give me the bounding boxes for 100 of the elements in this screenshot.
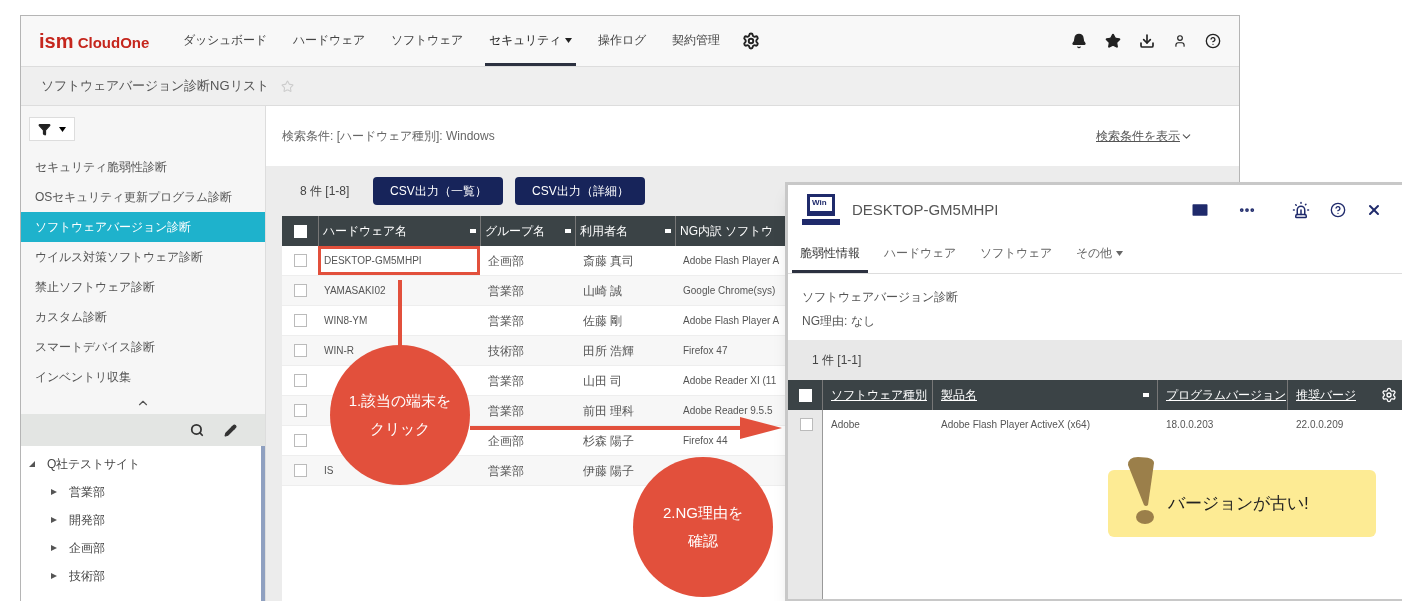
- close-icon[interactable]: [1366, 202, 1382, 218]
- table-cell-text: Adobe Reader XI (11: [683, 374, 777, 388]
- download-icon[interactable]: [1139, 33, 1155, 49]
- sidebar-item[interactable]: インベントリ収集: [21, 362, 265, 392]
- result-count: 8 件 [1-8]: [300, 183, 350, 200]
- table-cell-text: 前田 理科: [583, 402, 635, 420]
- table-cell-text: Firefox 47: [683, 344, 728, 358]
- page-title: ソフトウェアバージョン診断NGリスト: [41, 77, 269, 96]
- expanded-triangle-icon[interactable]: [29, 461, 35, 467]
- table-cell-text: 営業部: [488, 462, 524, 480]
- table-cell: 18.0.0.203: [1166, 418, 1214, 430]
- nav-tab[interactable]: ハードウェア: [289, 16, 370, 66]
- sidebar-item[interactable]: スマートデバイス診断: [21, 332, 265, 362]
- tree-item[interactable]: 営業部: [69, 483, 105, 501]
- pencil-icon[interactable]: [224, 423, 237, 437]
- checkbox[interactable]: [293, 344, 307, 357]
- checkbox[interactable]: [293, 434, 307, 447]
- table-cell-text: 企画部: [488, 252, 524, 270]
- column-header[interactable]: ハードウェア名: [318, 216, 480, 246]
- checkbox[interactable]: [799, 417, 813, 431]
- table-cell[interactable]: WIN-R: [324, 343, 354, 358]
- filter-button[interactable]: [29, 117, 75, 141]
- section-title: ソフトウェアバージョン診断: [802, 289, 959, 306]
- bell-icon[interactable]: [1071, 33, 1087, 49]
- sidebar-item[interactable]: 禁止ソフトウェア診断: [21, 272, 265, 302]
- device-title: DESKTOP-GM5MHPI: [852, 199, 999, 220]
- table-cell-text: Firefox 44: [683, 434, 728, 448]
- search-icon[interactable]: [190, 423, 204, 437]
- checkbox[interactable]: [293, 464, 307, 477]
- table-cell: Adobe Flash Player ActiveX (x64): [941, 418, 1090, 430]
- exclamation-icon: [1126, 457, 1156, 527]
- table-cell: 22.0.0.209: [1296, 418, 1344, 430]
- table-cell-text: 杉森 陽子: [583, 432, 635, 450]
- table-cell-text: 斎藤 真司: [583, 252, 635, 270]
- checkbox[interactable]: [293, 254, 307, 267]
- help-icon[interactable]: [1330, 202, 1346, 218]
- settings-icon[interactable]: [1381, 387, 1397, 403]
- table-cell-text: 田所 浩輝: [583, 342, 635, 360]
- collapsed-triangle-icon[interactable]: [51, 489, 57, 495]
- ng-reason: NG理由: なし: [802, 313, 876, 330]
- callout-text: バージョンが古い!: [1168, 492, 1309, 515]
- collapsed-triangle-icon[interactable]: [51, 573, 57, 579]
- detail-tab[interactable]: ハードウェア: [876, 235, 964, 273]
- table-cell-text: 技術部: [488, 342, 524, 360]
- table-cell-text: Adobe Flash Player A: [683, 254, 780, 268]
- filter-icon: [38, 122, 51, 136]
- table-cell[interactable]: IS: [324, 463, 334, 478]
- detail-tab[interactable]: その他: [1068, 235, 1131, 273]
- laptop-icon: [802, 193, 840, 227]
- table-cell-text: 営業部: [488, 312, 524, 330]
- checkbox[interactable]: [293, 314, 307, 327]
- table-cell: Adobe: [831, 418, 860, 430]
- settings-icon[interactable]: [742, 32, 761, 50]
- detail-tab[interactable]: 脆弱性情報: [792, 235, 868, 273]
- tree-item[interactable]: 技術部: [69, 567, 105, 585]
- csv-export-button[interactable]: CSV出力（詳細）: [515, 177, 646, 205]
- result-count: 1 件 [1-1]: [812, 352, 862, 369]
- table-cell[interactable]: WIN8-YM: [324, 313, 368, 328]
- sidebar-item[interactable]: OSセキュリティ更新プログラム診断: [21, 182, 265, 212]
- table-cell[interactable]: YAMASAKI02: [324, 283, 386, 298]
- detail-tab[interactable]: ソフトウェア: [972, 235, 1060, 273]
- star-icon[interactable]: [1105, 33, 1121, 49]
- favorite-star-icon[interactable]: [280, 79, 294, 93]
- csv-export-button[interactable]: CSV出力（一覧）: [373, 177, 504, 205]
- user-icon[interactable]: [1173, 34, 1187, 48]
- sidebar-item[interactable]: カスタム診断: [21, 302, 265, 332]
- table-cell-text: Adobe Reader 9.5.5: [683, 404, 773, 418]
- siren-icon[interactable]: [1292, 201, 1310, 219]
- step-text: 1.該当の端末を クリック: [348, 391, 452, 439]
- table-cell-text: 佐藤 剛: [583, 312, 623, 330]
- table-cell-text: 山崎 誠: [583, 282, 623, 300]
- table-cell-text: 伊藤 陽子: [583, 462, 635, 480]
- collapsed-triangle-icon[interactable]: [51, 545, 57, 551]
- tree-item[interactable]: Q社テストサイト: [47, 455, 141, 473]
- table-cell[interactable]: DESKTOP-GM5MHPI: [324, 253, 422, 268]
- sidebar-item[interactable]: セキュリティ脆弱性診断: [21, 152, 265, 182]
- table-cell-text: 営業部: [488, 282, 524, 300]
- nav-tab[interactable]: 契約管理: [668, 16, 725, 66]
- nav-tab[interactable]: ダッシュボード: [179, 16, 272, 66]
- nav-tab[interactable]: 操作ログ: [594, 16, 651, 66]
- table-cell-text: 営業部: [488, 402, 524, 420]
- table-cell-text: 山田 司: [583, 372, 623, 390]
- nav-tab[interactable]: ソフトウェア: [387, 16, 468, 66]
- checkbox[interactable]: [293, 404, 307, 417]
- table-cell-text: Adobe Flash Player A: [683, 314, 780, 328]
- app-logo[interactable]: ism CloudOne: [39, 26, 150, 56]
- step-text: 2.NG理由を 確認: [663, 503, 743, 551]
- collapsed-triangle-icon[interactable]: [51, 517, 57, 523]
- checkbox[interactable]: [293, 284, 307, 297]
- table-cell-text: 営業部: [488, 372, 524, 390]
- tree-item[interactable]: 開発部: [69, 511, 105, 529]
- search-condition: 検索条件: [ハードウェア種別]: Windows: [282, 128, 495, 145]
- sidebar-item[interactable]: ウイルス対策ソフトウェア診断: [21, 242, 265, 272]
- laptop-label: Win: [812, 199, 827, 207]
- help-icon[interactable]: [1205, 33, 1221, 49]
- tree-item[interactable]: 企画部: [69, 539, 105, 557]
- checkbox[interactable]: [293, 374, 307, 387]
- table-cell-text: Google Chrome(sys): [683, 284, 776, 298]
- show-condition-link[interactable]: 検索条件を表示: [1096, 127, 1193, 145]
- table-cell-text: 企画部: [488, 432, 524, 450]
